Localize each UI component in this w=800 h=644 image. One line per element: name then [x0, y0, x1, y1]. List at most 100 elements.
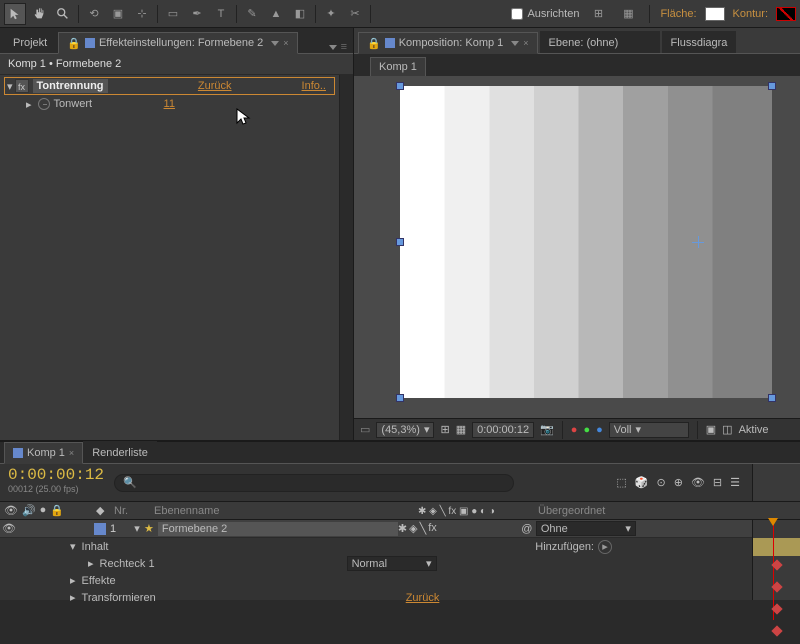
rotate-tool[interactable]: ⟲ — [83, 3, 105, 25]
lock-column-icon[interactable]: 🔒 — [50, 504, 64, 517]
timecode-field[interactable]: 0:00:00:12 — [472, 422, 534, 438]
fx-toggle-icon[interactable]: fx — [15, 79, 29, 93]
reset-link[interactable]: Zurück — [198, 80, 232, 92]
info-link[interactable]: Info.. — [302, 80, 326, 92]
effect-header[interactable]: ▾ fx Tontrennung Zurück Info.. — [4, 77, 335, 95]
text-tool[interactable]: T — [210, 3, 232, 25]
subtab-comp[interactable]: Komp 1 — [370, 57, 426, 77]
channel-icon[interactable]: ● — [571, 424, 578, 436]
scrollbar[interactable] — [339, 75, 353, 440]
zoom-dropdown[interactable]: (45,3%)▾ — [376, 422, 434, 438]
close-icon[interactable]: × — [523, 38, 528, 48]
rect-tool[interactable]: ▭ — [162, 3, 184, 25]
zoom-tool[interactable] — [52, 3, 74, 25]
layer-name[interactable]: Formebene 2 — [158, 522, 398, 536]
tl-icon-5[interactable]: 👁 — [691, 476, 705, 489]
quality-dropdown[interactable]: Voll▾ — [609, 422, 689, 438]
group-transform[interactable]: ▸ Transformieren Zurück — [0, 589, 752, 606]
solo-column-icon[interactable]: ● — [40, 504, 47, 517]
tl-icon-2[interactable]: 🎲 — [635, 476, 649, 489]
disclosure-triangle-icon[interactable]: ▸ — [88, 557, 94, 570]
lock-icon[interactable]: 🔒 — [67, 37, 81, 50]
disclosure-triangle-icon[interactable]: ▾ — [7, 80, 13, 93]
tab-effect-controls[interactable]: 🔒 Effekteinstellungen: Formebene 2 × — [58, 32, 297, 54]
tab-composition[interactable]: 🔒 Komposition: Komp 1 × — [358, 32, 538, 54]
stroke-swatch[interactable] — [776, 7, 796, 21]
view1-icon[interactable]: ▣ — [706, 423, 716, 436]
disclosure-triangle-icon[interactable]: ▸ — [26, 98, 32, 111]
tl-icon-6[interactable]: ⊟ — [713, 476, 722, 489]
snap-icon[interactable]: ⊞ — [587, 3, 609, 25]
blend-mode-dropdown[interactable]: Normal▾ — [347, 556, 437, 571]
disclosure-triangle-icon[interactable]: ▾ — [130, 522, 144, 535]
hand-tool[interactable] — [28, 3, 50, 25]
tl-icon-3[interactable]: ⊙ — [657, 476, 666, 489]
handle-bl[interactable] — [396, 394, 404, 402]
stopwatch-icon[interactable] — [38, 98, 50, 110]
effect-name[interactable]: Tontrennung — [33, 79, 108, 93]
group-effects[interactable]: ▸ Effekte — [0, 572, 752, 589]
snap2-icon[interactable]: ▦ — [617, 3, 639, 25]
ratio-icon[interactable]: ▭ — [360, 423, 370, 436]
viewport[interactable] — [354, 76, 800, 418]
tab-menu-icon[interactable] — [511, 41, 519, 46]
time-ruler[interactable] — [753, 520, 800, 538]
close-icon[interactable]: × — [69, 448, 74, 458]
brush-tool[interactable]: ✎ — [241, 3, 263, 25]
group-contents[interactable]: ▾ Inhalt Hinzufügen: ▸ — [0, 538, 752, 555]
lock-icon[interactable]: 🔒 — [367, 37, 381, 50]
panel-options-icon[interactable]: ≡ — [341, 41, 347, 53]
puppet-tool[interactable]: ✦ — [320, 3, 342, 25]
handle-tr[interactable] — [768, 82, 776, 90]
visibility-toggle[interactable]: 👁 — [0, 522, 18, 535]
layer-switches[interactable]: ✱◈╲fx — [398, 522, 518, 535]
layer-row[interactable]: 👁 1 ▾ ★ Formebene 2 ✱◈╲fx @ Ohne▾ — [0, 520, 752, 538]
pickwhip-icon[interactable]: @ — [518, 523, 536, 535]
tab-layer[interactable]: Ebene: (ohne) — [540, 31, 660, 53]
tab-menu-icon[interactable] — [271, 41, 279, 46]
grid-icon[interactable]: ▦ — [456, 423, 466, 436]
res-icon[interactable]: ⊞ — [440, 423, 449, 436]
transform-reset-link[interactable]: Zurück — [406, 592, 440, 604]
timeline-track-area[interactable] — [752, 520, 800, 600]
snapshot-icon[interactable]: 📷 — [540, 423, 554, 436]
tab-render-queue[interactable]: Renderliste — [83, 441, 157, 463]
add-button[interactable]: ▸ — [598, 540, 612, 554]
eraser-tool[interactable]: ◧ — [289, 3, 311, 25]
tab-project[interactable]: Projekt — [4, 31, 56, 53]
handle-ml[interactable] — [396, 238, 404, 246]
selection-tool[interactable] — [4, 3, 26, 25]
shape-group[interactable]: ▸ Rechteck 1 Normal▾ — [0, 555, 752, 572]
align-check-input[interactable] — [511, 8, 523, 20]
handle-br[interactable] — [768, 394, 776, 402]
eye-column-icon[interactable]: 👁 — [4, 504, 18, 517]
tab-flowchart[interactable]: Flussdiagra — [662, 31, 737, 53]
disclosure-triangle-icon[interactable]: ▾ — [70, 540, 76, 553]
property-value[interactable]: 11 — [164, 98, 175, 110]
panel-menu-icon[interactable] — [329, 45, 337, 50]
tab-timeline-comp[interactable]: Komp 1 × — [4, 442, 83, 464]
pen-tool[interactable]: ✒ — [186, 3, 208, 25]
align-checkbox[interactable]: Ausrichten — [511, 8, 579, 20]
tl-icon-4[interactable]: ⊕ — [674, 476, 683, 489]
search-input[interactable]: 🔍 — [114, 474, 514, 492]
label-color[interactable] — [94, 523, 106, 535]
tl-icon-7[interactable]: ☰ — [730, 476, 740, 489]
keyframe-icon[interactable] — [771, 625, 782, 636]
label-column-icon[interactable]: ◆ — [96, 504, 114, 517]
tl-icon-1[interactable]: ⬚ — [616, 476, 626, 489]
pan-behind-tool[interactable]: ⊹ — [131, 3, 153, 25]
current-timecode[interactable]: 0:00:00:12 — [8, 466, 102, 484]
roto-tool[interactable]: ✂ — [344, 3, 366, 25]
clone-tool[interactable]: ▲ — [265, 3, 287, 25]
close-icon[interactable]: × — [283, 38, 288, 48]
view2-icon[interactable]: ◫ — [722, 423, 732, 436]
canvas[interactable] — [400, 86, 772, 398]
handle-tl[interactable] — [396, 82, 404, 90]
disclosure-triangle-icon[interactable]: ▸ — [70, 574, 76, 587]
camera-tool[interactable]: ▣ — [107, 3, 129, 25]
parent-dropdown[interactable]: Ohne▾ — [536, 521, 636, 536]
audio-column-icon[interactable]: 🔊 — [22, 504, 36, 517]
fill-swatch[interactable] — [705, 7, 725, 21]
disclosure-triangle-icon[interactable]: ▸ — [70, 591, 76, 604]
